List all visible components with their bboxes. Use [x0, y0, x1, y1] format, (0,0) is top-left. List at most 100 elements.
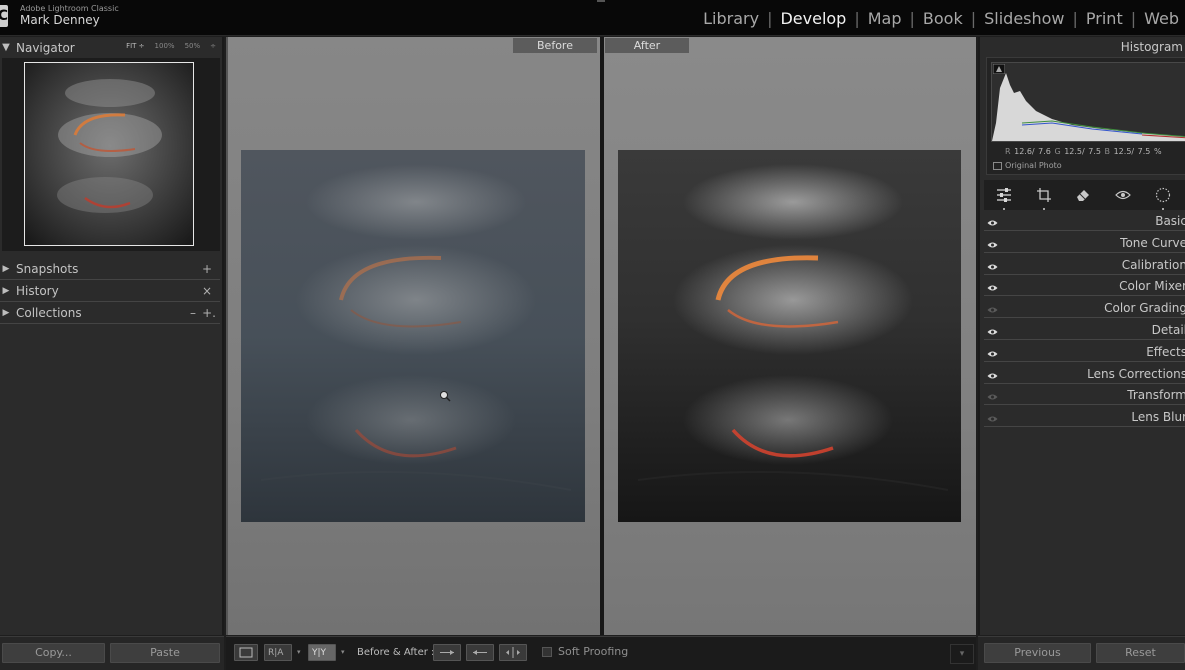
previous-button[interactable]: Previous — [984, 643, 1091, 663]
percent-unit: % — [1153, 147, 1162, 156]
top-bar: C Adobe Lightroom Classic Mark Denney Li… — [0, 0, 1185, 36]
right-panel: Histogram R 12.6/ 7.6 G 12.5/ 7.5 B 12.5… — [978, 37, 1185, 635]
visibility-eye-icon[interactable] — [987, 303, 998, 317]
section-label: Color Grading — [1104, 301, 1185, 316]
module-separator: | — [854, 9, 860, 28]
collections-title: Collections — [16, 306, 82, 320]
masking-tool[interactable] — [1153, 185, 1173, 210]
snapshots-header[interactable]: ▶ Snapshots + — [0, 259, 220, 280]
section-color-mixer[interactable]: Color Mixer — [984, 275, 1185, 297]
module-library[interactable]: Library — [703, 9, 759, 28]
collections-header[interactable]: ▶ Collections – +. — [0, 303, 220, 324]
crop-tool[interactable] — [1034, 185, 1054, 210]
original-photo-checkbox[interactable] — [993, 161, 1002, 170]
before-label: Before — [513, 38, 597, 53]
clear-history-icon[interactable]: × — [202, 284, 212, 298]
soft-proofing-checkbox[interactable] — [542, 646, 552, 657]
visibility-eye-icon[interactable] — [987, 369, 998, 383]
left-bottom-bar: Copy... Paste — [0, 636, 224, 670]
histogram-title[interactable]: Histogram — [1121, 40, 1183, 54]
before-after-left-right-button[interactable]: R|A — [264, 644, 292, 661]
section-transform[interactable]: Transform — [984, 384, 1185, 406]
histogram-box: R 12.6/ 7.6 G 12.5/ 7.5 B 12.5/ 7.5 % Or… — [986, 57, 1185, 175]
red-eye-tool[interactable] — [1113, 185, 1133, 205]
expand-triangle-icon[interactable]: ▶ — [0, 286, 12, 296]
zoom-cursor-icon — [440, 391, 451, 402]
zoom-menu-icon[interactable]: ÷ — [210, 42, 216, 50]
module-separator: | — [970, 9, 977, 28]
section-basic[interactable]: Basic — [984, 210, 1185, 231]
module-picker: Library | Develop | Map | Book | Slidesh… — [703, 9, 1179, 28]
module-separator: | — [1072, 9, 1078, 28]
visibility-eye-icon[interactable] — [987, 390, 998, 404]
visibility-eye-icon[interactable] — [987, 325, 998, 339]
expand-triangle-icon[interactable]: ▶ — [0, 264, 12, 274]
loupe-view-button[interactable] — [234, 644, 258, 661]
eraser-icon — [1077, 190, 1090, 201]
module-book[interactable]: Book — [923, 9, 963, 28]
app-name: Adobe Lightroom Classic — [20, 4, 119, 13]
zoom-50[interactable]: 50% — [185, 42, 201, 50]
visibility-eye-icon[interactable] — [987, 412, 998, 426]
blue-value-2: 7.5 — [1137, 147, 1151, 156]
visibility-eye-icon[interactable] — [987, 347, 998, 361]
visibility-eye-icon[interactable] — [987, 281, 998, 295]
section-lens-blur[interactable]: Lens Blur — [984, 406, 1185, 428]
section-color-grading[interactable]: Color Grading — [984, 297, 1185, 319]
histogram-graph[interactable] — [991, 62, 1185, 142]
expand-triangle-icon[interactable]: ▶ — [0, 308, 12, 318]
navigator-header[interactable]: ▼ Navigator FIT ÷ 100% 50% ÷ — [0, 37, 222, 58]
history-header[interactable]: ▶ History × — [0, 281, 220, 302]
before-after-view: Before After — [226, 37, 976, 635]
red-value-2: 7.6 — [1038, 147, 1051, 156]
copy-button[interactable]: Copy... — [2, 643, 105, 663]
bottom-toolbar: R|A ▾ Y|Y ▾ Before & After : Soft Proofi… — [226, 636, 976, 670]
visibility-eye-icon[interactable] — [987, 238, 998, 252]
add-snapshot-icon[interactable]: + — [202, 262, 212, 276]
crop-icon — [1036, 188, 1051, 202]
module-web[interactable]: Web — [1144, 9, 1179, 28]
section-lens-corrections[interactable]: Lens Corrections — [984, 363, 1185, 384]
section-label: Color Mixer — [1119, 279, 1185, 294]
visibility-eye-icon[interactable] — [987, 216, 998, 230]
ra-glyph: R|A — [268, 648, 284, 658]
module-map[interactable]: Map — [868, 9, 902, 28]
shadow-clipping-icon[interactable] — [993, 64, 1005, 74]
edit-sliders-tool[interactable] — [994, 185, 1014, 210]
toolbar-options-icon[interactable]: ▾ — [950, 644, 974, 664]
collapse-triangle-icon[interactable]: ▼ — [0, 42, 12, 53]
module-print[interactable]: Print — [1086, 9, 1123, 28]
before-photo[interactable] — [241, 150, 585, 522]
paste-button[interactable]: Paste — [110, 643, 220, 663]
zoom-fit[interactable]: FIT ÷ — [126, 42, 144, 50]
copy-after-to-before-button[interactable] — [466, 644, 494, 661]
view-dropdown-icon[interactable]: ▾ — [297, 648, 301, 656]
add-collection-icon[interactable]: +. — [202, 306, 216, 320]
reset-button[interactable]: Reset — [1096, 643, 1185, 663]
section-effects[interactable]: Effects — [984, 341, 1185, 362]
module-develop[interactable]: Develop — [780, 9, 846, 28]
split-dropdown-icon[interactable]: ▾ — [341, 648, 345, 656]
swap-before-after-button[interactable] — [499, 644, 527, 661]
original-photo-toggle[interactable]: Original Photo — [993, 161, 1062, 170]
copy-before-to-after-button[interactable] — [433, 644, 461, 661]
visibility-eye-icon[interactable] — [987, 260, 998, 274]
before-after-label: Before & After : — [357, 647, 435, 658]
snapshots-title: Snapshots — [16, 262, 79, 276]
healing-tool[interactable] — [1073, 185, 1093, 205]
section-calibration[interactable]: Calibration — [984, 254, 1185, 275]
soft-proofing-toggle[interactable]: Soft Proofing — [542, 645, 628, 658]
section-detail[interactable]: Detail — [984, 319, 1185, 340]
user-name[interactable]: Mark Denney — [20, 13, 100, 27]
right-bottom-bar: Previous Reset — [978, 636, 1185, 670]
section-label: Transform — [1127, 388, 1185, 403]
before-after-split-button[interactable]: Y|Y — [308, 644, 336, 661]
section-tone-curve[interactable]: Tone Curve — [984, 232, 1185, 253]
module-slideshow[interactable]: Slideshow — [984, 9, 1064, 28]
navigator-thumbnail[interactable] — [24, 62, 194, 246]
soft-proofing-label: Soft Proofing — [558, 645, 629, 658]
zoom-100[interactable]: 100% — [155, 42, 175, 50]
remove-collection-icon[interactable]: – — [190, 306, 196, 320]
left-panel: ▼ Navigator FIT ÷ 100% 50% ÷ ▶ Snapshots… — [0, 37, 224, 635]
after-photo[interactable] — [618, 150, 961, 522]
